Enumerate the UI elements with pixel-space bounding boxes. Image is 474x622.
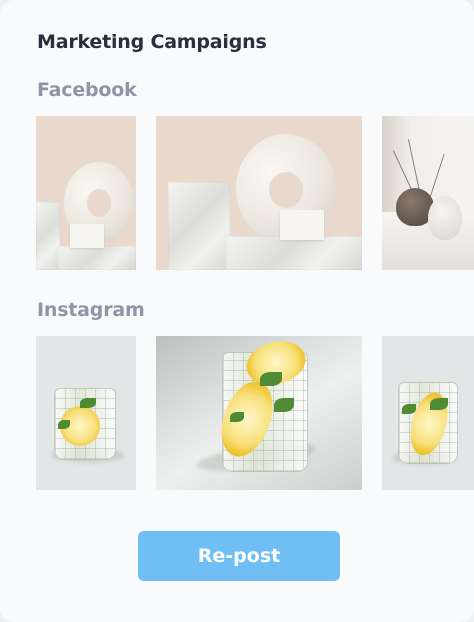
section-label-facebook: Facebook	[37, 79, 137, 101]
instagram-image-1[interactable]	[36, 336, 136, 490]
instagram-image-3[interactable]	[382, 336, 474, 490]
instagram-image-2[interactable]	[156, 336, 362, 490]
facebook-image-2[interactable]	[156, 116, 362, 270]
facebook-image-1[interactable]	[36, 116, 136, 270]
card-title: Marketing Campaigns	[37, 31, 267, 53]
repost-button[interactable]: Re-post	[138, 531, 340, 581]
facebook-image-3[interactable]	[382, 116, 474, 270]
section-label-instagram: Instagram	[37, 299, 145, 321]
marketing-campaigns-card: Marketing Campaigns Facebook Instagram R…	[0, 0, 474, 622]
